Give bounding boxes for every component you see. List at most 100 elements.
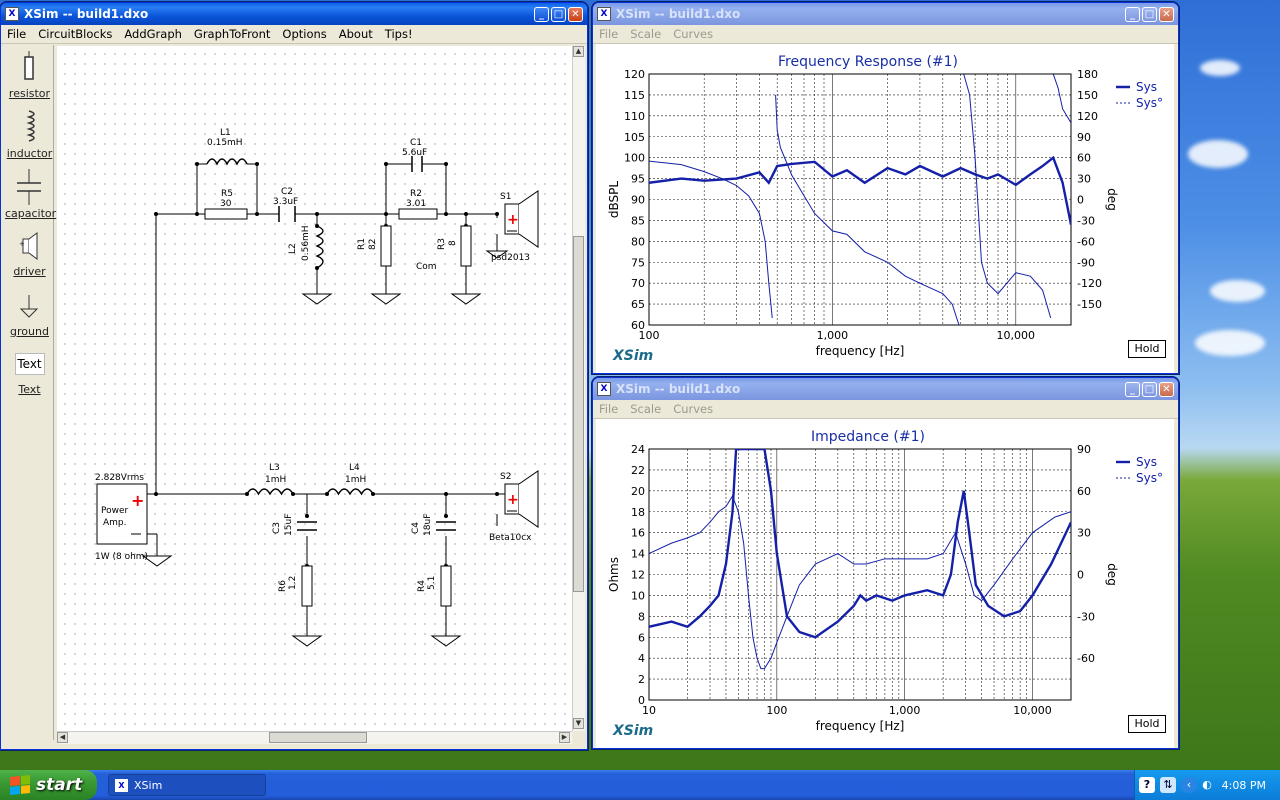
graph-menu-file[interactable]: File <box>593 402 624 416</box>
y-tick-label: 10 <box>631 589 645 602</box>
y2-tick-label: 60 <box>1077 152 1091 165</box>
scroll-left-button[interactable]: ◀ <box>57 732 68 743</box>
schematic-drawing: + + + 2.828Vrms Power Amp. 1W (8 ohm) L1… <box>95 128 539 647</box>
graph-title-bar[interactable]: X XSim -- build1.dxo _ □ ✕ <box>593 3 1178 25</box>
resistor-R6 <box>301 565 313 607</box>
scroll-thumb[interactable] <box>269 732 367 743</box>
taskbar: start X XSim 4:08 PM ? ⇅ ‹ ◐ <box>0 770 1280 800</box>
taskbar-item-xsim[interactable]: X XSim <box>108 774 266 796</box>
x-tick-label: 100 <box>766 704 787 717</box>
minimize-button[interactable]: _ <box>1125 6 1140 22</box>
minimize-button[interactable]: _ <box>1125 381 1140 397</box>
svg-text:L4: L4 <box>349 463 360 473</box>
horizontal-scrollbar[interactable]: ◀ ▶ <box>57 731 572 744</box>
scroll-right-button[interactable]: ▶ <box>559 732 570 743</box>
scroll-down-button[interactable]: ▼ <box>573 718 584 729</box>
y-tick-label: 100 <box>624 152 645 165</box>
y-tick-label: 70 <box>631 277 645 290</box>
menu-graphtofront[interactable]: GraphToFront <box>188 27 276 41</box>
menu-about[interactable]: About <box>333 27 379 41</box>
window-title: XSim -- build1.dxo <box>616 382 741 396</box>
minimize-button[interactable]: _ <box>534 6 549 22</box>
palette-text[interactable]: Text Text <box>5 353 54 403</box>
windows-flag-icon <box>10 774 30 796</box>
y2-tick-label: -60 <box>1077 235 1095 248</box>
close-button[interactable]: ✕ <box>1159 6 1174 22</box>
main-menu-bar: File CircuitBlocks AddGraph GraphToFront Opt… <box>1 25 587 44</box>
clock[interactable]: 4:08 PM <box>1222 779 1266 792</box>
scroll-thumb[interactable] <box>573 236 584 592</box>
hold-button[interactable]: Hold <box>1128 715 1166 733</box>
start-button[interactable]: start <box>0 770 97 800</box>
graph-title-bar[interactable]: X XSim -- build1.dxo _ □ ✕ <box>593 378 1178 400</box>
y2-tick-label: -120 <box>1077 277 1102 290</box>
palette-capacitor[interactable]: capacitor <box>5 169 56 221</box>
y2-tick-label: 90 <box>1077 131 1091 144</box>
maximize-button[interactable]: □ <box>551 6 566 22</box>
svg-text:C2: C2 <box>281 187 293 197</box>
schematic-canvas[interactable]: + + + 2.828Vrms Power Amp. 1W (8 ohm) L1… <box>57 46 572 731</box>
hold-button[interactable]: Hold <box>1128 340 1166 358</box>
svg-text:+: + <box>131 491 144 510</box>
svg-text:L3: L3 <box>269 463 280 473</box>
y2-tick-label: 120 <box>1077 110 1098 123</box>
svg-text:R4: R4 <box>417 580 427 592</box>
graph-menu-scale[interactable]: Scale <box>624 27 667 41</box>
inductor-L2 <box>315 225 324 269</box>
speaker-icon[interactable]: ◐ <box>1199 777 1215 793</box>
menu-file[interactable]: File <box>1 27 32 41</box>
y2-tick-label: 180 <box>1077 68 1098 81</box>
y-tick-label: 90 <box>631 194 645 207</box>
cloud <box>1188 140 1248 168</box>
palette-driver[interactable]: + driver <box>5 231 54 283</box>
menu-circuitblocks[interactable]: CircuitBlocks <box>32 27 118 41</box>
svg-text:Com: Com <box>416 262 437 272</box>
menu-tips[interactable]: Tips! <box>379 27 419 41</box>
close-button[interactable]: ✕ <box>568 6 583 22</box>
x-tick-label: 1,000 <box>889 704 921 717</box>
y-tick-label: 80 <box>631 235 645 248</box>
menu-addgraph[interactable]: AddGraph <box>118 27 188 41</box>
palette-resistor[interactable]: resistor <box>5 51 54 103</box>
svg-text:+: + <box>507 492 519 508</box>
main-title-bar[interactable]: X XSim -- build1.dxo _ □ ✕ <box>1 3 587 25</box>
svg-text:R6: R6 <box>278 580 288 592</box>
graph-menu-file[interactable]: File <box>593 27 624 41</box>
svg-text:5.6uF: 5.6uF <box>402 148 427 158</box>
svg-text:C4: C4 <box>411 522 421 534</box>
palette-label: driver <box>13 265 46 278</box>
vertical-scrollbar[interactable]: ▲ ▼ <box>572 46 585 731</box>
y2-tick-label: 30 <box>1077 173 1091 186</box>
graph-menu-bar: File Scale Curves <box>593 25 1178 44</box>
y2-tick-label: 150 <box>1077 89 1098 102</box>
graph-menu-curves[interactable]: Curves <box>667 402 719 416</box>
help-icon[interactable]: ? <box>1139 777 1155 793</box>
svg-text:R1: R1 <box>357 238 367 250</box>
palette-inductor[interactable]: inductor <box>5 109 54 161</box>
svg-text:3.01: 3.01 <box>406 199 426 209</box>
palette-ground[interactable]: ground <box>5 291 54 343</box>
resistor-R3 <box>460 225 472 267</box>
resistor-icon <box>24 51 34 80</box>
y-tick-label: 12 <box>631 569 645 582</box>
scroll-up-button[interactable]: ▲ <box>573 46 584 57</box>
label-source-voltage: 2.828Vrms <box>95 473 144 483</box>
maximize-button[interactable]: □ <box>1142 6 1157 22</box>
resistor-R2 <box>398 208 438 220</box>
ground-icon <box>19 295 39 318</box>
resistor-R5 <box>204 208 248 220</box>
y-tick-label: 75 <box>631 256 645 269</box>
svg-text:5.1: 5.1 <box>427 576 437 590</box>
y-tick-label: 110 <box>624 110 645 123</box>
svg-text:3.3uF: 3.3uF <box>273 197 298 207</box>
y-tick-label: 2 <box>638 673 645 686</box>
network-icon[interactable]: ⇅ <box>1160 777 1176 793</box>
menu-options[interactable]: Options <box>276 27 332 41</box>
maximize-button[interactable]: □ <box>1142 381 1157 397</box>
cloud <box>1210 280 1265 302</box>
close-button[interactable]: ✕ <box>1159 381 1174 397</box>
chevron-left-icon[interactable]: ‹ <box>1181 777 1197 793</box>
graph-menu-scale[interactable]: Scale <box>624 402 667 416</box>
svg-text:18uF: 18uF <box>423 514 433 536</box>
graph-menu-curves[interactable]: Curves <box>667 27 719 41</box>
